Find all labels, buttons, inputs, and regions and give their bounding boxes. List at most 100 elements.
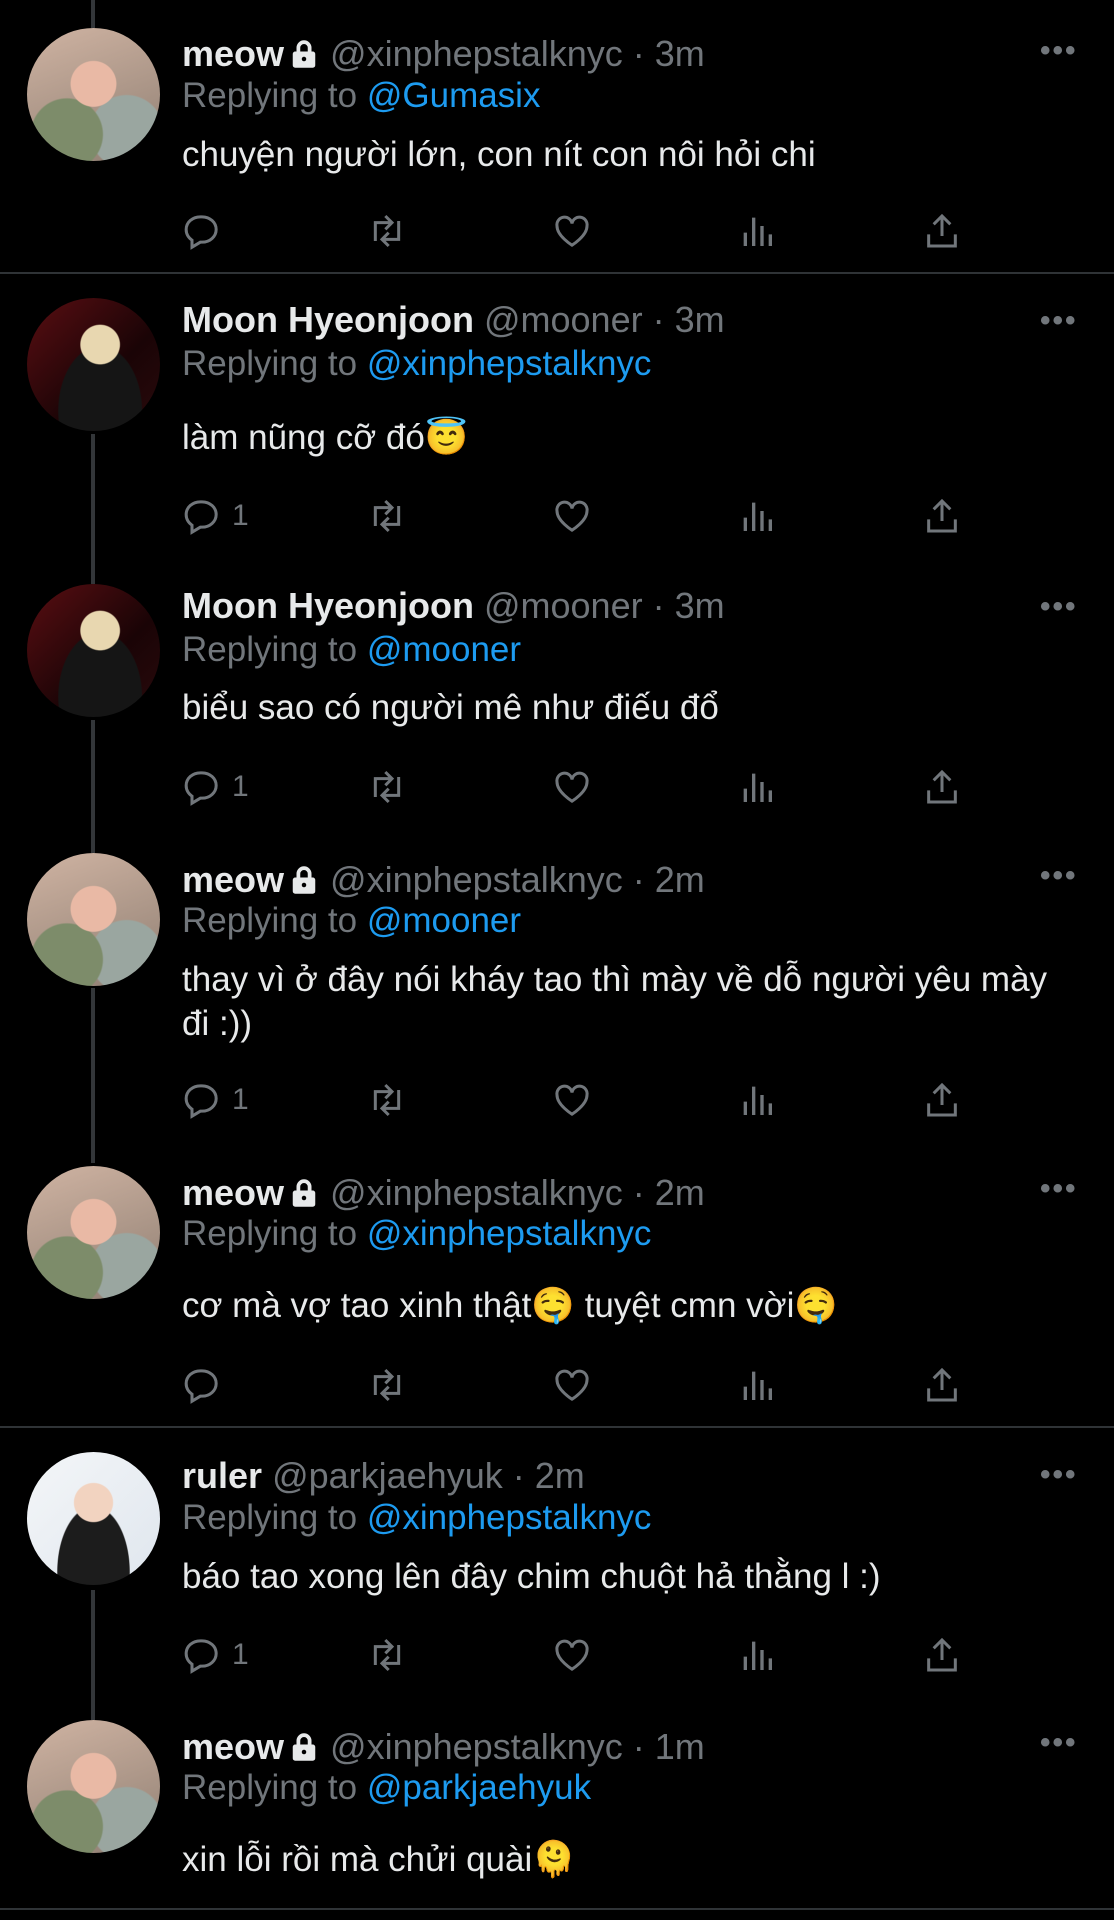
avatar[interactable] bbox=[27, 1452, 160, 1585]
more-icon[interactable]: ••• bbox=[1040, 304, 1078, 338]
user-handle[interactable]: @parkjaehyuk bbox=[272, 1455, 503, 1496]
timestamp[interactable]: 3m bbox=[655, 33, 705, 74]
views-icon bbox=[743, 773, 772, 802]
user-handle[interactable]: @mooner bbox=[484, 585, 643, 626]
timestamp[interactable]: 1m bbox=[655, 1726, 705, 1767]
reply-button[interactable]: 1 bbox=[182, 764, 249, 810]
views-button[interactable] bbox=[737, 1077, 777, 1123]
retweet-icon bbox=[373, 1083, 401, 1117]
views-button[interactable] bbox=[737, 1632, 777, 1678]
retweet-icon bbox=[373, 499, 401, 533]
action-bar: 1 bbox=[182, 1632, 1002, 1678]
timestamp[interactable]: 2m bbox=[535, 1455, 585, 1496]
tweet-header: Moon Hyeonjoon @mooner · 3m bbox=[182, 584, 725, 628]
share-icon bbox=[927, 1367, 957, 1402]
avatar[interactable] bbox=[27, 1166, 160, 1299]
reply-count: 1 bbox=[232, 770, 249, 803]
reply-button[interactable]: 1 bbox=[182, 493, 249, 539]
display-name[interactable]: meow bbox=[182, 1726, 284, 1767]
share-button[interactable] bbox=[922, 1632, 962, 1678]
timestamp[interactable]: 3m bbox=[675, 299, 725, 340]
separator: · bbox=[632, 33, 645, 74]
replying-to: Replying to @xinphepstalknyc bbox=[182, 343, 651, 385]
more-icon[interactable]: ••• bbox=[1040, 590, 1078, 624]
like-button[interactable] bbox=[552, 1362, 592, 1408]
display-name[interactable]: Moon Hyeonjoon bbox=[182, 299, 474, 340]
avatar[interactable] bbox=[27, 28, 160, 161]
timestamp[interactable]: 2m bbox=[655, 1172, 705, 1213]
avatar[interactable] bbox=[27, 298, 160, 431]
retweet-button[interactable] bbox=[367, 1632, 407, 1678]
timestamp[interactable]: 3m bbox=[675, 585, 725, 626]
like-button[interactable] bbox=[552, 493, 592, 539]
like-button[interactable] bbox=[552, 764, 592, 810]
replying-handle-link[interactable]: @Gumasix bbox=[367, 76, 541, 115]
retweet-button[interactable] bbox=[367, 764, 407, 810]
replying-to: Replying to @parkjaehyuk bbox=[182, 1767, 591, 1809]
display-name[interactable]: meow bbox=[182, 1172, 284, 1213]
display-name[interactable]: meow bbox=[182, 859, 284, 900]
tweet-header: Moon Hyeonjoon @mooner · 3m bbox=[182, 298, 725, 342]
divider bbox=[0, 1908, 1114, 1910]
more-icon[interactable]: ••• bbox=[1040, 1458, 1078, 1492]
replying-label: Replying to bbox=[182, 76, 358, 115]
lock-icon bbox=[292, 40, 316, 68]
more-icon[interactable]: ••• bbox=[1040, 859, 1078, 893]
divider bbox=[0, 1426, 1114, 1428]
retweet-button[interactable] bbox=[367, 208, 407, 254]
more-icon[interactable]: ••• bbox=[1040, 34, 1078, 68]
replying-to: Replying to @Gumasix bbox=[182, 75, 540, 117]
replying-handle-link[interactable]: @xinphepstalknyc bbox=[367, 1214, 652, 1253]
reply-icon bbox=[184, 771, 218, 806]
retweet-button[interactable] bbox=[367, 1362, 407, 1408]
user-handle[interactable]: @xinphepstalknyc bbox=[330, 1172, 623, 1213]
share-button[interactable] bbox=[922, 764, 962, 810]
like-button[interactable] bbox=[552, 1632, 592, 1678]
more-icon[interactable]: ••• bbox=[1040, 1726, 1078, 1760]
user-handle[interactable]: @xinphepstalknyc bbox=[330, 859, 623, 900]
avatar[interactable] bbox=[27, 1720, 160, 1853]
timestamp[interactable]: 2m bbox=[655, 859, 705, 900]
avatar[interactable] bbox=[27, 853, 160, 986]
views-button[interactable] bbox=[737, 208, 777, 254]
separator: · bbox=[652, 299, 665, 340]
tweet-header: meow @xinphepstalknyc · 3m bbox=[182, 32, 705, 76]
retweet-button[interactable] bbox=[367, 493, 407, 539]
tweet-header: ruler @parkjaehyuk · 2m bbox=[182, 1454, 585, 1498]
more-icon[interactable]: ••• bbox=[1040, 1172, 1078, 1206]
tweet-text: cơ mà vợ tao xinh thật🤤 tuyệt cmn vời🤤 bbox=[182, 1286, 838, 1325]
like-button[interactable] bbox=[552, 1077, 592, 1123]
heart-icon bbox=[555, 1369, 589, 1401]
reply-button[interactable] bbox=[182, 1362, 232, 1408]
reply-icon bbox=[184, 1369, 218, 1404]
share-button[interactable] bbox=[922, 1077, 962, 1123]
reply-button[interactable]: 1 bbox=[182, 1077, 249, 1123]
tweet-text: xin lỗi rồi mà chửi quài🫠 bbox=[182, 1840, 576, 1879]
share-button[interactable] bbox=[922, 493, 962, 539]
separator: · bbox=[632, 859, 645, 900]
thread-line bbox=[91, 434, 95, 584]
replying-handle-link[interactable]: @mooner bbox=[367, 630, 521, 669]
display-name[interactable]: ruler bbox=[182, 1455, 262, 1496]
replying-handle-link[interactable]: @parkjaehyuk bbox=[367, 1768, 591, 1807]
display-name[interactable]: Moon Hyeonjoon bbox=[182, 585, 474, 626]
share-button[interactable] bbox=[922, 208, 962, 254]
reply-button[interactable]: 1 bbox=[182, 1632, 249, 1678]
views-button[interactable] bbox=[737, 493, 777, 539]
views-button[interactable] bbox=[737, 1362, 777, 1408]
user-handle[interactable]: @xinphepstalknyc bbox=[330, 33, 623, 74]
avatar[interactable] bbox=[27, 584, 160, 717]
retweet-button[interactable] bbox=[367, 1077, 407, 1123]
reply-button[interactable] bbox=[182, 208, 232, 254]
replying-handle-link[interactable]: @xinphepstalknyc bbox=[367, 344, 652, 383]
share-button[interactable] bbox=[922, 1362, 962, 1408]
replying-label: Replying to bbox=[182, 1768, 358, 1807]
views-button[interactable] bbox=[737, 764, 777, 810]
user-handle[interactable]: @xinphepstalknyc bbox=[330, 1726, 623, 1767]
replying-handle-link[interactable]: @xinphepstalknyc bbox=[367, 1498, 652, 1537]
like-button[interactable] bbox=[552, 208, 592, 254]
display-name[interactable]: meow bbox=[182, 33, 284, 74]
replying-handle-link[interactable]: @mooner bbox=[367, 901, 521, 940]
divider bbox=[0, 272, 1114, 274]
user-handle[interactable]: @mooner bbox=[484, 299, 643, 340]
